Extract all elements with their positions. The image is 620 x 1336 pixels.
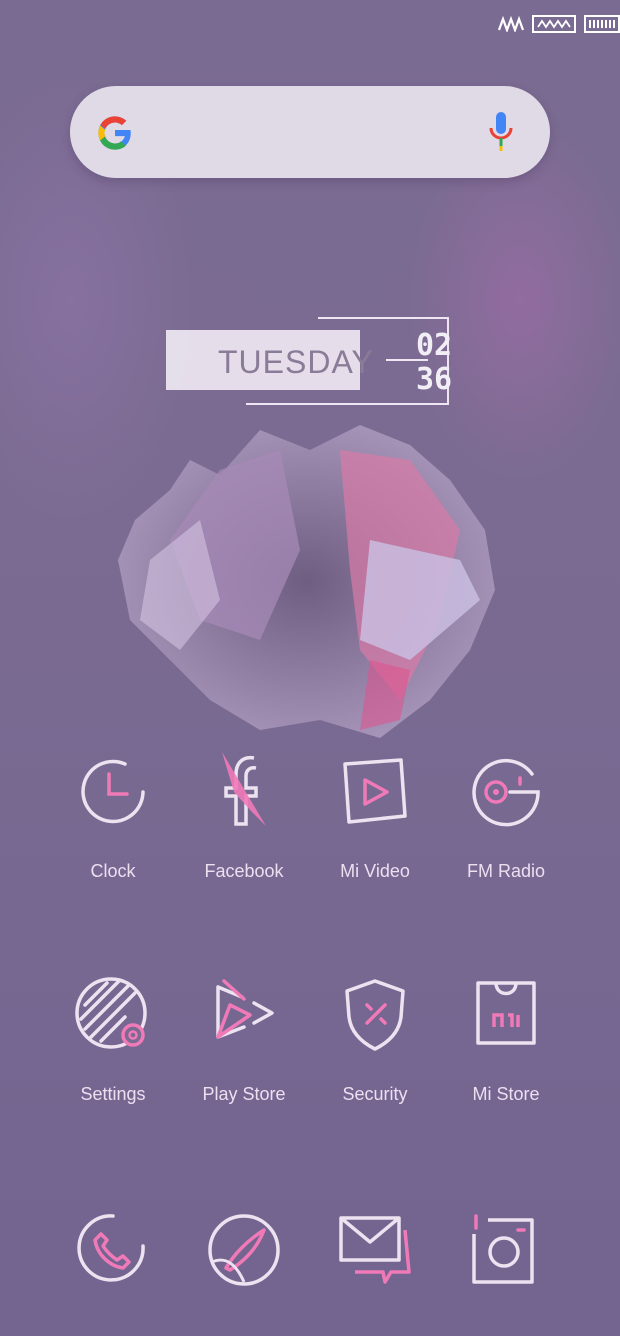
dock-messages[interactable] xyxy=(310,1210,440,1295)
widget-frame-lines xyxy=(246,317,449,405)
shield-icon xyxy=(345,979,405,1051)
clock-icon xyxy=(81,759,145,824)
app-mi-store[interactable]: Mi Store xyxy=(441,975,571,1105)
app-mi-video[interactable]: Mi Video xyxy=(310,752,440,882)
hour-text: 02 xyxy=(416,328,453,363)
shopping-bag-icon xyxy=(476,981,536,1045)
microphone-icon[interactable] xyxy=(488,110,514,154)
settings-icon xyxy=(75,977,147,1049)
app-settings[interactable]: Settings xyxy=(48,975,178,1105)
app-label: FM Radio xyxy=(466,861,546,881)
app-play-store[interactable]: Play Store xyxy=(179,975,309,1105)
phone-icon xyxy=(77,1214,145,1282)
play-store-icon xyxy=(216,979,274,1039)
dock-phone[interactable] xyxy=(48,1210,178,1295)
radio-icon xyxy=(472,758,540,827)
app-fm-radio[interactable]: FM Radio xyxy=(441,752,571,882)
camera-icon xyxy=(472,1214,534,1284)
app-label: Play Store xyxy=(202,1084,286,1104)
app-label: Mi Store xyxy=(472,1084,540,1104)
signal-wave-icon xyxy=(498,16,524,32)
app-label: Security xyxy=(342,1084,408,1104)
facebook-icon xyxy=(222,752,266,826)
message-mail-icon xyxy=(339,1216,411,1284)
dock-camera[interactable] xyxy=(441,1210,571,1295)
app-facebook[interactable]: Facebook xyxy=(179,752,309,882)
wallpaper-flower-art xyxy=(118,425,495,738)
rocket-browser-icon xyxy=(208,1214,280,1286)
battery-icon xyxy=(584,15,620,33)
minute-text: 36 xyxy=(416,362,453,397)
network-box-icon xyxy=(532,15,576,33)
play-video-icon xyxy=(343,758,407,824)
status-bar xyxy=(498,12,620,36)
google-g-icon xyxy=(98,116,133,150)
google-search-bar[interactable] xyxy=(70,86,550,178)
app-clock[interactable]: Clock xyxy=(48,752,178,882)
app-security[interactable]: Security xyxy=(310,975,440,1105)
date-time-widget[interactable]: TUESDAY 02 36 xyxy=(166,316,456,408)
dock-browser[interactable] xyxy=(179,1210,309,1295)
app-label: Facebook xyxy=(204,861,284,881)
app-label: Clock xyxy=(90,861,136,881)
search-input[interactable] xyxy=(154,110,458,156)
app-label: Mi Video xyxy=(340,861,410,881)
app-label: Settings xyxy=(80,1084,146,1104)
